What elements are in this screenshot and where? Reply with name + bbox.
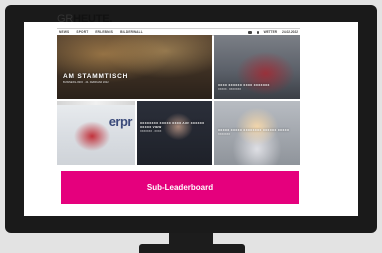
article-tile-top-right[interactable]: XXXX XXXXXX XXXX XXXXXXX XXXXX · XXXXXXX <box>214 35 300 99</box>
twitter-icon[interactable] <box>247 30 252 34</box>
article-headline: XXXXXXXX XXXXX XXXX AUF XXXXXX XXXXX VIE… <box>140 121 205 129</box>
ad-label: Sub-Leaderboard <box>146 183 214 192</box>
article-tile-hockey[interactable]: erpr <box>57 101 135 165</box>
article-meta: XXXXXXX · XXXX <box>140 130 162 133</box>
article-grid: AM STAMMTISCH BUSINESS-INFO · 24. FEBRUA… <box>57 35 300 166</box>
article-tile-man[interactable]: XXXXXXXX XXXXX XXXX AUF XXXXXX XXXXX VIE… <box>137 101 212 165</box>
site-logo[interactable]: GRHEUTE. <box>57 13 112 25</box>
sub-leaderboard-ad[interactable]: Sub-Leaderboard <box>61 171 299 204</box>
article-caption-main: AM STAMMTISCH BUSINESS-INFO · 24. FEBRUA… <box>63 73 128 84</box>
article-meta: BUSINESS-INFO · 24. FEBRUAR 2022 <box>63 81 109 84</box>
article-caption-top-right: XXXX XXXXXX XXXX XXXXXXX XXXXX · XXXXXXX <box>218 83 296 91</box>
sponsor-board-text: erpr <box>108 114 133 129</box>
article-tile-main[interactable]: AM STAMMTISCH BUSINESS-INFO · 24. FEBRUA… <box>57 35 212 99</box>
article-headline: XXXX XXXXXX XXXX XXXXXXX <box>218 83 270 87</box>
facebook-icon[interactable] <box>256 30 259 34</box>
article-headline: AM STAMMTISCH <box>63 73 129 80</box>
article-headline: XXXXX XXXXX XXXXXXXX XXXXXX XXXXX <box>218 128 290 132</box>
article-caption-woman: XXXXX XXXXX XXXXXXXX XXXXXX XXXXX XXXXXX… <box>218 128 296 136</box>
article-tile-woman[interactable]: XXXXX XXXXX XXXXXXXX XXXXXX XXXXX XXXXXX… <box>214 101 300 165</box>
article-caption-man: XXXXXXXX XXXXX XXXX AUF XXXXXX XXXXX VIE… <box>140 121 210 133</box>
logo-bold-text: HEUTE. <box>73 13 113 25</box>
logo-light-text: GR <box>57 13 74 25</box>
monitor-stand-base <box>139 244 245 253</box>
article-meta: XXXXX · XXXXXXX <box>218 88 242 91</box>
article-meta: XXXXXXX <box>218 133 231 136</box>
arena-banner <box>57 101 135 105</box>
